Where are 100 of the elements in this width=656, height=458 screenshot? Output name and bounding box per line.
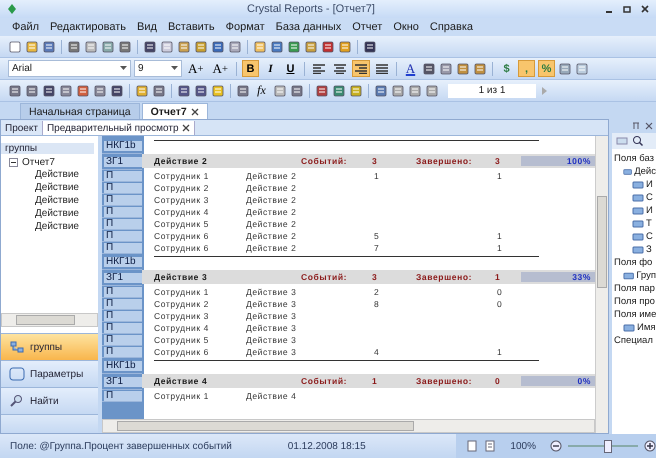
field-tree-item[interactable]: Специал [614,335,653,346]
field-tree-item[interactable]: Поля пар [614,283,655,294]
search-icon[interactable] [632,135,644,147]
field-tree-item[interactable]: Имя [637,322,656,333]
pin-icon[interactable] [632,122,640,130]
section-label: П [104,170,142,180]
action-cell-text: Действие 2 [246,171,298,181]
menu-item[interactable]: Редактировать [50,21,126,33]
align-button[interactable] [352,60,370,77]
field-tree-item[interactable]: Т [646,218,652,229]
vertical-scrollbar[interactable] [595,136,608,433]
view-tab[interactable]: Проект [1,121,43,135]
font-style-button[interactable]: B [242,60,259,77]
section-label: ЗГ1 [104,156,142,166]
section-label: НКГ1b [104,140,142,150]
section-label: ЗГ1 [104,272,142,282]
section-label: ЗГ1 [104,376,142,386]
formula-button[interactable]: fx [253,82,270,99]
tree-item[interactable]: Действие [35,168,94,181]
field-tree-item[interactable]: И [646,205,653,216]
zoom-in-icon[interactable] [644,440,656,452]
section-label: П [104,182,142,192]
font-style-button[interactable]: I [262,60,279,77]
employee-cell-text: Сотрудник 1 [154,171,210,181]
field-tree-item[interactable]: Поля фо [614,257,652,268]
field-icon [623,322,635,332]
percent-value: 100% [521,156,595,166]
field-icon [632,232,644,242]
menu-item[interactable]: Отчет [352,21,382,33]
navigation-button[interactable]: Параметры [1,360,98,387]
field-tree-item[interactable]: Дейс [634,166,656,177]
count-cell: 4 [374,347,380,357]
document-tab[interactable]: Начальная страница [20,103,140,119]
font-style-button[interactable]: U [282,60,299,77]
field-tree-item[interactable]: С [646,231,653,242]
font-dropdown[interactable]: Arial [8,60,131,77]
magnifier-icon [9,394,25,408]
action-cell-text: Действие 2 [246,231,298,241]
field-tree-item[interactable]: З [646,244,652,255]
tree-item[interactable]: Отчет7 [22,157,55,168]
slider-thumb[interactable] [604,440,612,452]
zoom-out-icon[interactable] [550,440,562,452]
employee-cell-text: Сотрудник 1 [154,287,210,297]
menu-item[interactable]: Справка [430,21,474,33]
employee-cell-text: Сотрудник 1 [154,391,210,401]
action-cell-text: Действие 3 [246,347,298,357]
field-label: Событий: [301,156,348,166]
navigation-button[interactable]: Найти [1,387,98,414]
action-cell-text: Действие 4 [246,391,298,401]
menu-item[interactable]: База данных [276,21,342,33]
field-icon [632,206,644,216]
tree-item[interactable]: Действие [35,220,94,233]
employee-cell-text: Сотрудник 5 [154,219,210,229]
menu-item[interactable]: Формат [226,21,265,33]
tree-item[interactable]: Действие [35,207,94,220]
section-label: П [104,230,142,240]
field-value: 3 [372,156,378,166]
close-icon[interactable] [182,124,190,132]
minus-box-icon[interactable] [9,158,18,167]
close-icon[interactable] [190,108,199,116]
font-color-button[interactable]: A [402,60,419,77]
restore-icon[interactable] [622,4,632,14]
close-icon[interactable] [640,4,650,14]
field-tree-item[interactable]: Груп [636,270,656,281]
field-tree-item[interactable]: И [646,179,653,190]
view-tab[interactable]: Предварительный просмотр [42,121,195,135]
action-cell-text: Действие 3 [246,335,298,345]
action-cell-text: Действие 2 [246,183,298,193]
field-tree-item[interactable]: Поля баз [614,153,654,164]
field-icon[interactable] [616,136,628,146]
section-label: П [104,242,142,252]
tree-item[interactable]: Действие [35,181,94,194]
menu-item[interactable]: Вставить [168,21,215,33]
employee-cell-text: Сотрудник 6 [154,231,210,241]
done-cell: 0 [497,299,502,309]
menu-item[interactable]: Вид [137,21,157,33]
section-label: П [104,218,142,228]
new-document-icon[interactable] [8,40,22,54]
horizontal-scrollbar[interactable] [1,313,98,327]
field-tree-item[interactable]: Поля име [614,309,656,320]
section-label: П [104,346,142,356]
close-icon[interactable] [645,122,653,130]
field-label: Событий: [301,272,348,282]
field-tree-item[interactable]: С [646,192,653,203]
font-size-dropdown[interactable]: 9 [134,60,182,77]
tree-item[interactable]: Действие [35,194,94,207]
menu-item[interactable]: Окно [393,21,419,33]
hierarchy-icon [9,340,25,354]
section-label: П [104,334,142,344]
action-cell-text: Действие 3 [246,299,298,309]
number-format-button[interactable]: $ [498,60,515,77]
field-label: Завершено: [416,376,474,386]
menu-item[interactable]: Файл [12,21,40,33]
employee-cell-text: Сотрудник 3 [154,195,210,205]
field-tree-item[interactable]: Поля про [614,296,655,307]
group-name: Действие 3 [154,272,208,282]
document-tab[interactable]: Отчет7 [142,103,208,119]
navigation-button[interactable]: группы [1,333,98,360]
horizontal-scrollbar[interactable] [102,419,595,433]
page-number-field[interactable]: 1 из 1 [448,84,536,98]
